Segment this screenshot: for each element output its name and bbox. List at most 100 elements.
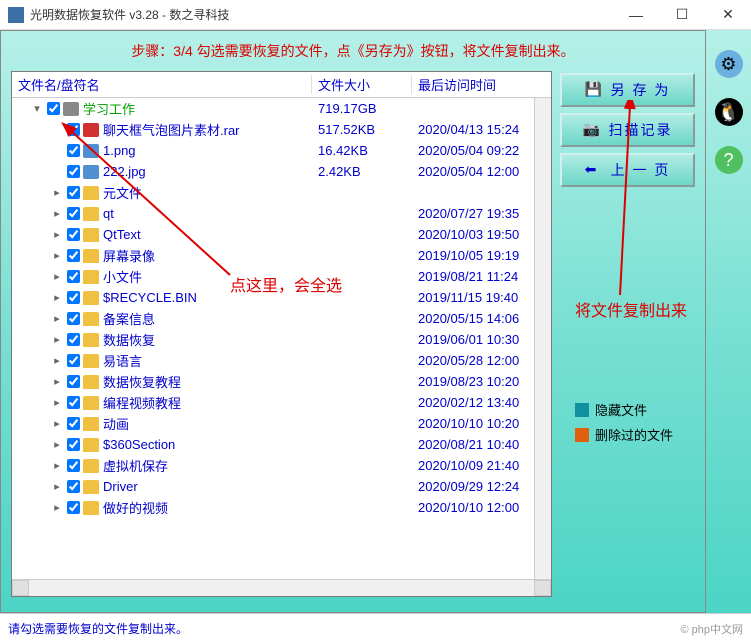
row-checkbox[interactable] (67, 123, 80, 136)
table-row[interactable]: ▸屏幕录像2019/10/05 19:19 (12, 245, 534, 266)
folder-icon (83, 333, 99, 347)
table-row[interactable]: ▸$360Section2020/08/21 10:40 (12, 434, 534, 455)
disk-icon (63, 102, 79, 116)
close-button[interactable]: ✕ (705, 0, 751, 30)
expander-icon[interactable]: ▸ (50, 501, 64, 514)
file-date: 2020/05/15 14:06 (412, 311, 534, 326)
maximize-button[interactable]: ☐ (659, 0, 705, 30)
column-name[interactable]: 文件名/盘符名 (12, 75, 312, 94)
table-row[interactable]: ▸数据恢复教程2019/08/23 10:20 (12, 371, 534, 392)
folder-icon (83, 270, 99, 284)
row-checkbox[interactable] (67, 354, 80, 367)
table-row[interactable]: ▸Driver2020/09/29 12:24 (12, 476, 534, 497)
table-row[interactable]: ▸做好的视频2020/10/10 12:00 (12, 497, 534, 518)
table-row[interactable]: ▸小文件2019/08/21 11:24 (12, 266, 534, 287)
table-row[interactable]: ▸编程视频教程2020/02/12 13:40 (12, 392, 534, 413)
file-date: 2020/08/21 10:40 (412, 437, 534, 452)
row-checkbox[interactable] (67, 291, 80, 304)
row-checkbox[interactable] (67, 186, 80, 199)
row-checkbox[interactable] (67, 228, 80, 241)
file-date: 2020/05/28 12:00 (412, 353, 534, 368)
expander-icon[interactable]: ▸ (50, 249, 64, 262)
table-row[interactable]: 1.png16.42KB2020/05/04 09:22 (12, 140, 534, 161)
table-row[interactable]: ▸qt2020/07/27 19:35 (12, 203, 534, 224)
row-checkbox[interactable] (67, 207, 80, 220)
gear-icon[interactable]: ⚙ (715, 50, 743, 78)
expander-icon[interactable]: ▸ (50, 417, 64, 430)
expander-icon[interactable]: ▸ (50, 207, 64, 220)
table-row[interactable]: ▸数据恢复2019/06/01 10:30 (12, 329, 534, 350)
row-checkbox[interactable] (67, 480, 80, 493)
row-checkbox[interactable] (67, 249, 80, 262)
statusbar: 请勾选需要恢复的文件复制出来。 © php中文网 (0, 613, 751, 643)
row-checkbox[interactable] (47, 102, 60, 115)
file-icon (83, 144, 99, 158)
save-as-label: 另 存 为 (611, 80, 671, 100)
expander-icon[interactable]: ▸ (50, 270, 64, 283)
file-date: 2020/05/04 09:22 (412, 143, 534, 158)
table-row[interactable]: 222.jpg2.42KB2020/05/04 12:00 (12, 161, 534, 182)
table-row[interactable]: ▸ 备案信息 2020/05/15 14:06 (12, 308, 534, 329)
expander-icon[interactable]: ▸ (50, 396, 64, 409)
vertical-scrollbar[interactable] (534, 98, 551, 579)
expander-icon[interactable]: ▸ (50, 480, 64, 493)
minimize-button[interactable]: — (613, 0, 659, 30)
scan-log-button[interactable]: 📷 扫描记录 (560, 113, 695, 147)
file-name: 备案信息 (103, 309, 155, 328)
row-checkbox[interactable] (67, 270, 80, 283)
expander-icon[interactable]: ▸ (50, 186, 64, 199)
scroll-right-arrow[interactable] (534, 580, 551, 596)
save-as-button[interactable]: 💾 另 存 为 (560, 73, 695, 107)
horizontal-scrollbar[interactable] (12, 579, 551, 596)
expander-icon[interactable]: ▸ (50, 333, 64, 346)
table-row[interactable]: ▸元文件 (12, 182, 534, 203)
table-row[interactable]: ▸动画2020/10/10 10:20 (12, 413, 534, 434)
table-row[interactable]: ▸ 虚拟机保存 2020/10/09 21:40 (12, 455, 534, 476)
file-name: qt (103, 206, 114, 221)
scroll-left-arrow[interactable] (12, 580, 29, 596)
folder-icon (83, 438, 99, 452)
qq-icon[interactable]: 🐧 (715, 98, 743, 126)
row-checkbox[interactable] (67, 375, 80, 388)
row-checkbox[interactable] (67, 501, 80, 514)
row-checkbox[interactable] (67, 144, 80, 157)
expander-icon[interactable]: ▸ (50, 459, 64, 472)
row-checkbox[interactable] (67, 438, 80, 451)
file-name: Driver (103, 479, 138, 494)
table-row[interactable]: 聊天框气泡图片素材.rar517.52KB2020/04/13 15:24 (12, 119, 534, 140)
file-date: 2020/10/09 21:40 (412, 458, 534, 473)
table-row[interactable]: ▾学习工作719.17GB (12, 98, 534, 119)
file-date: 2019/08/21 11:24 (412, 269, 534, 284)
expander-icon[interactable]: ▸ (50, 228, 64, 241)
legend-deleted-label: 删除过的文件 (595, 425, 673, 444)
row-checkbox[interactable] (67, 459, 80, 472)
table-row[interactable]: ▸$RECYCLE.BIN2019/11/15 19:40 (12, 287, 534, 308)
expander-icon[interactable]: ▸ (50, 354, 64, 367)
row-checkbox[interactable] (67, 417, 80, 430)
column-date[interactable]: 最后访问时间 (412, 75, 551, 94)
row-checkbox[interactable] (67, 165, 80, 178)
row-checkbox[interactable] (67, 312, 80, 325)
file-size: 16.42KB (312, 143, 412, 158)
column-size[interactable]: 文件大小 (312, 75, 412, 94)
legend-deleted-swatch (575, 428, 589, 442)
table-row[interactable]: ▸易语言2020/05/28 12:00 (12, 350, 534, 371)
legend-hidden-swatch (575, 403, 589, 417)
expander-icon[interactable]: ▸ (50, 438, 64, 451)
titlebar[interactable]: 光明数据恢复软件 v3.28 - 数之寻科技 — ☐ ✕ (0, 0, 751, 30)
status-text: 请勾选需要恢复的文件复制出来。 (8, 620, 188, 637)
file-tree-pane: 文件名/盘符名 文件大小 最后访问时间 ▾学习工作719.17GB聊天框气泡图片… (11, 71, 552, 597)
row-checkbox[interactable] (67, 396, 80, 409)
file-date: 2020/02/12 13:40 (412, 395, 534, 410)
help-icon[interactable]: ? (715, 146, 743, 174)
row-checkbox[interactable] (67, 333, 80, 346)
tree-body[interactable]: ▾学习工作719.17GB聊天框气泡图片素材.rar517.52KB2020/0… (12, 98, 534, 518)
table-row[interactable]: ▸QtText2020/10/03 19:50 (12, 224, 534, 245)
prev-page-button[interactable]: ⬅ 上 一 页 (560, 153, 695, 187)
file-name: 虚拟机保存 (103, 456, 168, 475)
expander-icon[interactable]: ▸ (50, 312, 64, 325)
expander-icon[interactable]: ▾ (30, 102, 44, 115)
expander-icon[interactable]: ▸ (50, 375, 64, 388)
expander-icon[interactable]: ▸ (50, 291, 64, 304)
folder-icon (83, 249, 99, 263)
